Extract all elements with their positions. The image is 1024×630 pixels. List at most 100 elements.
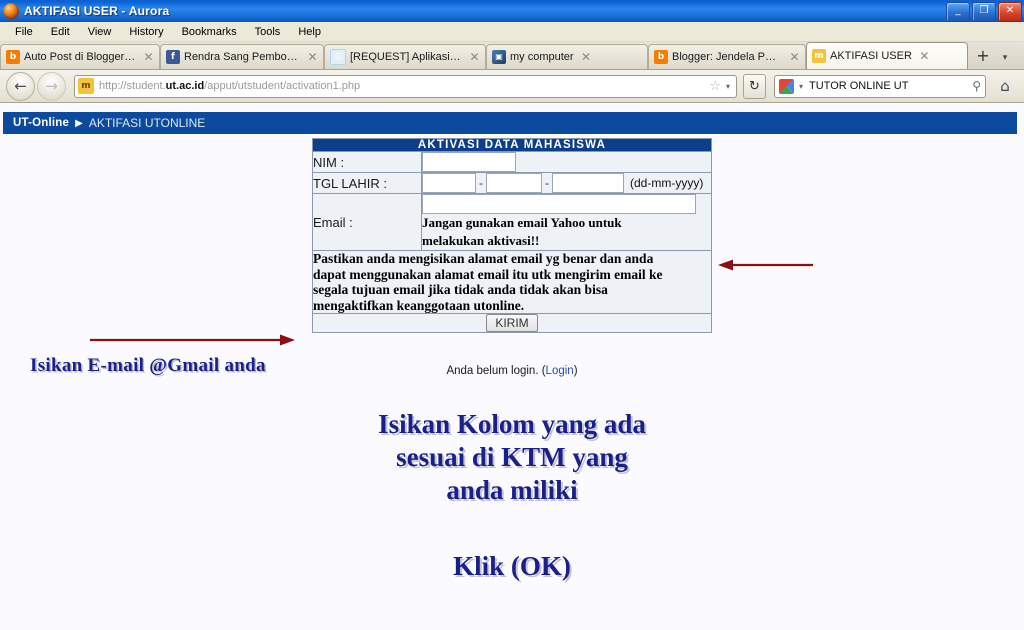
url-path: /apput/utstudent/activation1.php — [204, 80, 361, 92]
aurora-globe-icon — [3, 3, 19, 19]
notice-line-4: mengaktifkan keanggotaan utonline. — [313, 297, 525, 313]
birth-day-input[interactable] — [422, 173, 476, 193]
site-header-bar: UT-Online ▶ AKTIFASI UTONLINE — [3, 112, 1017, 134]
navigation-toolbar: ← → m http://student.ut.ac.id/apput/utst… — [0, 70, 1024, 103]
email-warning-line-2: melakukan aktivasi!! — [422, 233, 540, 248]
menu-item-help[interactable]: Help — [289, 24, 330, 40]
annotation-line-2: sesuai di KTM yang — [396, 442, 628, 472]
close-icon[interactable]: ✕ — [788, 51, 801, 64]
email-input[interactable] — [422, 194, 696, 214]
search-icon[interactable]: ⚲ — [972, 79, 981, 93]
activation-form: AKTIVASI DATA MAHASISWA NIM : TGL LAHIR … — [312, 138, 712, 333]
back-button[interactable]: ← — [6, 71, 35, 101]
breadcrumb-separator-icon: ▶ — [75, 117, 83, 129]
chevron-down-icon[interactable]: ▾ — [796, 82, 806, 91]
close-icon[interactable]: ✕ — [306, 51, 319, 64]
tab-auto-post-blogger[interactable]: b Auto Post di Blogger/Bl... ✕ — [0, 44, 160, 69]
maximize-button[interactable]: ❐ — [972, 2, 996, 22]
email-field-cell: Jangan gunakan email Yahoo untuk melakuk… — [421, 193, 712, 251]
tab-label: Auto Post di Blogger/Bl... — [24, 51, 136, 63]
nim-field-cell — [421, 151, 712, 173]
form-notice: Pastikan anda mengisikan alamat email yg… — [312, 250, 712, 314]
notice-line-1: Pastikan anda mengisikan alamat email yg… — [313, 251, 654, 266]
close-icon[interactable]: ✕ — [142, 51, 155, 64]
page-viewport: UT-Online ▶ AKTIFASI UTONLINE AKTIVASI D… — [0, 103, 1024, 630]
window-controls: _ ❐ ✕ — [946, 2, 1022, 22]
menu-item-tools[interactable]: Tools — [246, 24, 290, 40]
annotation-line-1: Isikan Kolom yang ada — [378, 409, 646, 439]
tab-rendra-sang-pembolang[interactable]: f Rendra Sang Pembolang ✕ — [160, 44, 324, 69]
blogger-icon: b — [6, 50, 20, 64]
login-status-text-end: ) — [573, 365, 578, 377]
search-bar[interactable]: ▾ TUTOR ONLINE UT ⚲ — [774, 74, 986, 98]
url-domain: ut.ac.id — [165, 80, 205, 92]
email-warning-line-1: Jangan gunakan email Yahoo untuk — [422, 215, 622, 230]
annotation-klik-ok: Klik (OK) — [453, 551, 571, 581]
menu-item-file[interactable]: File — [6, 24, 42, 40]
window-title-separator: - — [117, 4, 129, 18]
nim-label: NIM : — [312, 151, 422, 173]
menu-item-view[interactable]: View — [79, 24, 121, 40]
address-bar-url: http://student.ut.ac.id/apput/utstudent/… — [99, 80, 360, 92]
annotation-gmail-text: Isikan E-mail @Gmail anda — [30, 355, 266, 376]
breadcrumb: AKTIFASI UTONLINE — [88, 116, 206, 130]
facebook-icon: f — [166, 50, 180, 64]
notice-line-3: segala tujuan email jika tidak anda tida… — [313, 282, 608, 297]
birth-year-input[interactable] — [552, 173, 624, 193]
ut-favicon-icon: m — [78, 78, 94, 94]
menu-item-history[interactable]: History — [120, 24, 172, 40]
date-separator-1: - — [479, 176, 483, 190]
table-row-notice: Pastikan anda mengisikan alamat email yg… — [312, 250, 712, 314]
login-status-text: Anda belum login. ( — [446, 365, 546, 377]
new-tab-button[interactable]: + — [970, 43, 996, 68]
tab-aktifasi-user[interactable]: m AKTIFASI USER ✕ — [806, 42, 968, 69]
annotation-arrow-to-email — [90, 334, 295, 346]
window-title: AKTIFASI USER - Aurora — [24, 4, 169, 18]
home-button[interactable]: ⌂ — [992, 73, 1018, 99]
site-brand: UT-Online — [13, 117, 70, 129]
tab-label: Blogger: Jendela Pecin... — [672, 51, 782, 63]
computer-icon: ▣ — [492, 50, 506, 64]
search-input[interactable]: TUTOR ONLINE UT — [809, 80, 908, 92]
tgl-lahir-label: TGL LAHIR : — [312, 172, 422, 194]
nim-input[interactable] — [422, 152, 516, 172]
forum-icon: ☰ — [330, 49, 346, 65]
login-link[interactable]: Login — [546, 365, 574, 377]
email-label: Email : — [312, 193, 422, 251]
activation-form-table: AKTIVASI DATA MAHASISWA NIM : TGL LAHIR … — [312, 138, 712, 333]
ut-icon: m — [812, 49, 826, 63]
kirim-button[interactable]: KIRIM — [486, 314, 538, 332]
close-icon[interactable]: ✕ — [918, 50, 931, 63]
notice-line-2: dapat menggunakan alamat email itu utk m… — [313, 266, 663, 282]
annotation-instruction-block: Isikan Kolom yang ada sesuai di KTM yang… — [0, 408, 1024, 507]
window-title-page: AKTIFASI USER — [24, 4, 118, 18]
menu-item-edit[interactable]: Edit — [42, 24, 79, 40]
table-row-nim: NIM : — [312, 151, 712, 173]
birth-month-input[interactable] — [486, 173, 542, 193]
forward-button[interactable]: → — [37, 71, 66, 101]
tab-label: AKTIFASI USER — [830, 50, 912, 62]
tab-my-computer[interactable]: ▣ my computer ✕ — [486, 44, 648, 69]
table-row-submit: KIRIM — [312, 313, 712, 333]
tab-blogger-jendela-pecinta[interactable]: b Blogger: Jendela Pecin... ✕ — [648, 44, 806, 69]
bookmark-star-icon[interactable]: ☆ — [709, 79, 723, 94]
reload-button[interactable]: ↻ — [743, 73, 766, 99]
tab-label: Rendra Sang Pembolang — [184, 51, 300, 63]
login-status: Anda belum login. (Login) — [312, 365, 712, 377]
close-icon[interactable]: ✕ — [580, 51, 593, 64]
window-title-app: Aurora — [128, 4, 170, 18]
minimize-button[interactable]: _ — [946, 2, 970, 22]
tab-request-aplikasi[interactable]: ☰ [REQUEST] Aplikasi Pe... ✕ — [324, 44, 486, 69]
close-button[interactable]: ✕ — [998, 2, 1022, 22]
chevron-down-icon[interactable]: ▾ — [996, 46, 1014, 69]
table-row-tgl-lahir: TGL LAHIR : - - (dd-mm-yyyy) — [312, 172, 712, 194]
close-icon[interactable]: ✕ — [468, 51, 481, 64]
tab-bar: b Auto Post di Blogger/Bl... ✕ f Rendra … — [0, 42, 1024, 70]
address-bar[interactable]: m http://student.ut.ac.id/apput/utstuden… — [74, 74, 737, 98]
menu-item-bookmarks[interactable]: Bookmarks — [173, 24, 246, 40]
url-scheme: http://student. — [99, 80, 166, 92]
blogger-icon: b — [654, 50, 668, 64]
google-icon — [779, 78, 794, 94]
tab-label: [REQUEST] Aplikasi Pe... — [350, 51, 462, 63]
chevron-down-icon[interactable]: ▾ — [723, 82, 733, 91]
